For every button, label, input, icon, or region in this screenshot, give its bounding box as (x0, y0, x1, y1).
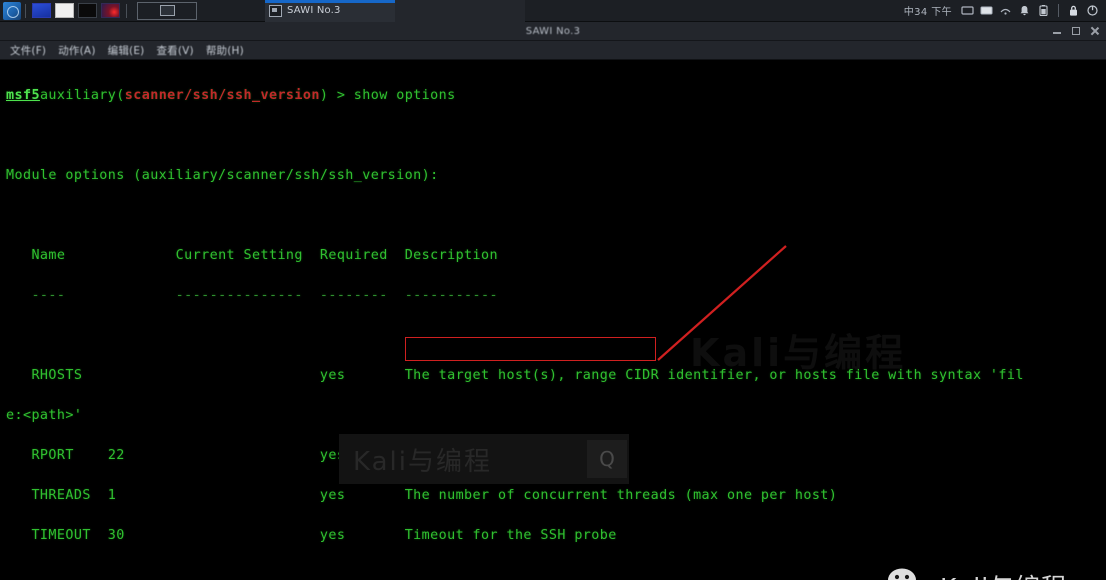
col-header-name: Name (31, 248, 65, 263)
menu-item-help[interactable]: 帮助(H) (200, 42, 250, 59)
launcher-icon-white[interactable] (55, 3, 74, 18)
table-header-row: Name Current Setting Required Descriptio… (6, 246, 1106, 266)
close-button[interactable] (1090, 26, 1100, 36)
terminal-window-icon (269, 5, 282, 17)
panel-icon[interactable] (980, 4, 993, 17)
table-row-threads: THREADS 1 yes The number of concurrent t… (6, 486, 1106, 506)
launcher-icon-terminal[interactable] (78, 3, 97, 18)
cell-required-rport: yes (320, 448, 345, 463)
system-tray: 中34 下午 (904, 0, 1106, 22)
cell-setting-timeout: 30 (108, 528, 125, 543)
launcher-icon-blue[interactable] (32, 3, 51, 18)
rule-name: ---- (31, 288, 65, 303)
cell-required-rhosts: yes (320, 368, 345, 383)
cell-required-timeout: yes (320, 528, 345, 543)
menu-item-action[interactable]: 动作(A) (52, 42, 101, 59)
cell-name-rport: RPORT (31, 448, 73, 463)
display-icon[interactable] (961, 4, 974, 17)
module-options-header: Module options (auxiliary/scanner/ssh/ss… (6, 168, 439, 183)
taskbar-window-slot-empty (395, 0, 525, 22)
table-row-rport: RPORT 22 yes The target port (TCP) (6, 446, 1106, 466)
network-icon[interactable] (999, 4, 1012, 17)
cell-description-rport: The target port (TCP) (405, 448, 583, 463)
terminal-line-prompt-show-options: msf5auxiliary(scanner/ssh/ssh_version) >… (6, 86, 1106, 106)
terminal-output: msf5auxiliary(scanner/ssh/ssh_version) >… (0, 66, 1106, 580)
taskbar-divider-2 (126, 4, 127, 18)
tray-clock: 中34 下午 (904, 3, 952, 18)
cell-description-rhosts: The target host(s), range CIDR identifie… (405, 368, 1024, 383)
terminal-body[interactable]: Kali与编程 msf5auxiliary(scanner/ssh/ssh_ve… (0, 60, 1106, 580)
cell-description-rhosts-wrap: e:<path>' (6, 408, 82, 423)
prompt-arrow: > (328, 88, 353, 103)
table-row-rhosts-wrap: e:<path>' (6, 406, 1106, 426)
table-row-rhosts: RHOSTS yes The target host(s), range CID… (6, 366, 1106, 386)
battery-icon[interactable] (1037, 4, 1050, 17)
tray-divider (1058, 4, 1059, 17)
power-icon[interactable] (1086, 4, 1099, 17)
terminal-blank-1 (6, 126, 1106, 146)
menu-bar: 文件(F) 动作(A) 编辑(E) 查看(V) 帮助(H) (0, 41, 1106, 60)
minimize-button[interactable] (1052, 26, 1062, 36)
lock-icon[interactable] (1067, 4, 1080, 17)
annotation-highlight-box (405, 337, 656, 361)
table-row-timeout: TIMEOUT 30 yes Timeout for the SSH probe (6, 526, 1106, 546)
terminal-line-module-options-header: Module options (auxiliary/scanner/ssh/ss… (6, 166, 1106, 186)
col-header-required: Required (320, 248, 388, 263)
col-header-description: Description (405, 248, 498, 263)
menu-item-view[interactable]: 查看(V) (150, 42, 199, 59)
taskbar-divider (25, 4, 26, 18)
cell-name-timeout: TIMEOUT (31, 528, 90, 543)
table-rule-row: ---- --------------- -------- ----------… (6, 286, 1106, 306)
terminal-window: SAWI No.3 文件(F) 动作(A) 编辑(E) 查看(V) 帮助(H) … (0, 22, 1106, 578)
rule-required: -------- (320, 288, 388, 303)
prompt-user: msf5 (6, 88, 40, 103)
workspace-pager[interactable] (137, 2, 197, 20)
cell-name-rhosts: RHOSTS (31, 368, 82, 383)
command-show-options: show options (354, 88, 456, 103)
window-controls (1052, 22, 1100, 40)
cell-setting-threads: 1 (108, 488, 116, 503)
taskbar-window-label: SAWI No.3 (287, 5, 341, 16)
window-titlebar[interactable]: SAWI No.3 (0, 22, 1106, 41)
terminal-blank-2 (6, 206, 1106, 226)
menu-item-edit[interactable]: 编辑(E) (102, 42, 151, 59)
cell-name-threads: THREADS (31, 488, 90, 503)
maximize-button[interactable] (1071, 26, 1081, 36)
cell-setting-rport: 22 (108, 448, 125, 463)
window-title: SAWI No.3 (526, 26, 581, 37)
launcher-icon-red[interactable] (101, 3, 120, 18)
bell-icon[interactable] (1018, 4, 1031, 17)
rule-description: ----------- (405, 288, 498, 303)
cell-required-threads: yes (320, 488, 345, 503)
col-header-current-setting: Current Setting (176, 248, 303, 263)
prompt-module: auxiliary( (40, 88, 125, 103)
cell-description-timeout: Timeout for the SSH probe (405, 528, 617, 543)
desktop-taskbar: SAWI No.3 中34 下午 (0, 0, 1106, 22)
cell-description-threads: The number of concurrent threads (max on… (405, 488, 838, 503)
menu-item-file[interactable]: 文件(F) (4, 42, 52, 59)
applications-menu-icon[interactable] (3, 2, 21, 20)
rule-current-setting: --------------- (176, 288, 303, 303)
taskbar-window-button[interactable]: SAWI No.3 (265, 0, 395, 22)
prompt-module-path: scanner/ssh/ssh_version (125, 88, 320, 103)
